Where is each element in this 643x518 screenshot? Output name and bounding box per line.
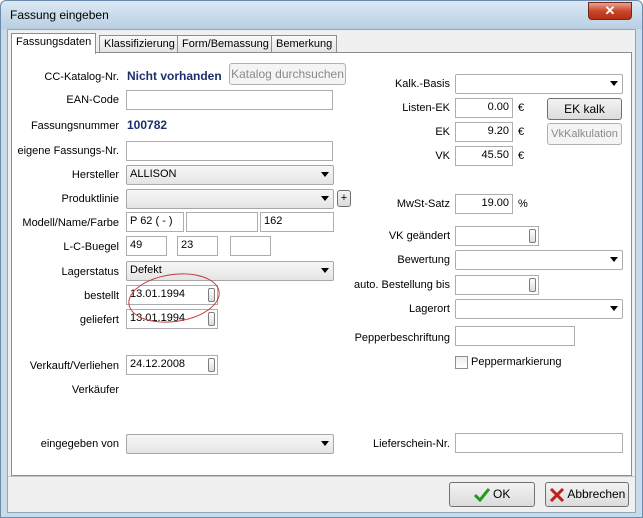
cc-katalog-label: CC-Katalog-Nr. — [44, 71, 119, 83]
lieferschein-label: Lieferschein-Nr. — [372, 438, 450, 450]
close-icon — [549, 487, 564, 502]
mwst-input[interactable]: 19.00 — [455, 194, 513, 214]
tab-klassifizierung[interactable]: Klassifizierung — [99, 35, 180, 53]
vk-input[interactable]: 45.50 — [455, 146, 513, 166]
tab-fassungsdaten[interactable]: Fassungsdaten — [11, 33, 97, 54]
tab-form-bemassung[interactable]: Form/Bemassung — [177, 35, 274, 53]
produktlinie-label: Produktlinie — [61, 193, 119, 205]
lagerort-label: Lagerort — [409, 303, 450, 315]
verkauft-label: Verkauft/Verliehen — [29, 360, 119, 372]
pepperbeschriftung-input[interactable] — [455, 326, 575, 346]
ek-label: EK — [435, 126, 450, 138]
ok-label: OK — [493, 487, 511, 501]
modell-label: Modell/Name/Farbe — [22, 217, 119, 229]
dialog-window: Fassung eingeben ✕ Fassungsdaten Klassif… — [0, 0, 643, 518]
modell-input[interactable]: P 62 ( - ) — [126, 212, 184, 232]
vk-label: VK — [435, 150, 450, 162]
eingegeben-select[interactable] — [126, 434, 334, 454]
bestellt-label: bestellt — [84, 290, 119, 302]
mwst-label: MwSt-Satz — [396, 198, 450, 210]
close-button[interactable]: ✕ — [588, 2, 632, 20]
eigene-nr-label: eigene Fassungs-Nr. — [17, 145, 120, 157]
cc-katalog-value: Nicht vorhanden — [127, 69, 222, 83]
ean-label: EAN-Code — [66, 94, 119, 106]
auto-bestellung-label: auto. Bestellung bis — [353, 279, 450, 291]
kalk-basis-select[interactable] — [455, 74, 623, 94]
auto-bestellung-date[interactable] — [455, 275, 539, 295]
chevron-down-icon — [610, 257, 618, 262]
pepperbeschriftung-label: Pepperbeschriftung — [354, 332, 450, 344]
eigene-nr-input[interactable] — [126, 141, 333, 161]
listen-ek-currency: € — [518, 102, 525, 114]
date-picker-icon[interactable] — [529, 278, 536, 292]
abbrechen-button[interactable]: Abbrechen — [545, 482, 629, 507]
ek-kalk-button[interactable]: EK kalk — [547, 98, 622, 120]
tab-panel-fassungsdaten: CC-Katalog-Nr. Nicht vorhanden Katalog d… — [11, 52, 632, 476]
name-input[interactable] — [186, 212, 258, 232]
produktlinie-select[interactable] — [126, 189, 334, 209]
date-picker-icon[interactable] — [529, 229, 536, 243]
ek-input[interactable]: 9.20 — [455, 122, 513, 142]
fassungsnummer-label: Fassungsnummer — [30, 120, 119, 132]
lagerstatus-value: Defekt — [130, 264, 162, 276]
chevron-down-icon — [321, 268, 329, 273]
vk-currency: € — [518, 150, 525, 162]
fassungsnummer-value: 100782 — [127, 118, 168, 132]
listen-ek-input[interactable]: 0.00 — [455, 98, 513, 118]
peppermarkierung-checkbox[interactable] — [455, 356, 468, 369]
abbrechen-label: Abbrechen — [567, 487, 626, 501]
farbe-input[interactable]: 162 — [260, 212, 334, 232]
chevron-down-icon — [610, 81, 618, 86]
chevron-down-icon — [610, 306, 618, 311]
verkauft-value: 24.12.2008 — [130, 358, 186, 370]
date-picker-icon[interactable] — [208, 358, 215, 372]
vk-geaendert-date[interactable] — [455, 226, 539, 246]
ok-button[interactable]: OK — [449, 482, 535, 507]
vk-kalkulation-button[interactable]: VkKalkulation — [547, 123, 622, 145]
lagerort-select[interactable] — [455, 299, 623, 319]
ek-currency: € — [518, 126, 525, 138]
date-picker-icon[interactable] — [208, 312, 215, 326]
hersteller-value: ALLISON — [130, 168, 177, 180]
peppermarkierung-label: Peppermarkierung — [471, 356, 562, 368]
chevron-down-icon — [321, 172, 329, 177]
tab-bemerkung[interactable]: Bemerkung — [271, 35, 338, 53]
hersteller-label: Hersteller — [71, 169, 119, 181]
buegel-input[interactable] — [230, 236, 271, 256]
katalog-durchsuchen-button[interactable]: Katalog durchsuchen — [229, 63, 346, 85]
l-input[interactable]: 49 — [126, 236, 167, 256]
check-icon — [473, 487, 490, 502]
listen-ek-label: Listen-EK — [402, 102, 450, 114]
c-input[interactable]: 23 — [177, 236, 218, 256]
percent-sign: % — [518, 198, 528, 210]
footer-divider — [8, 476, 635, 477]
geliefert-label: geliefert — [79, 314, 119, 326]
window-title: Fassung eingeben — [10, 8, 109, 22]
ean-input[interactable] — [126, 90, 333, 110]
verkauft-date[interactable]: 24.12.2008 — [126, 355, 218, 375]
bewertung-label: Bewertung — [397, 254, 450, 266]
verkaeufer-label: Verkäufer — [71, 384, 119, 396]
lagerstatus-label: Lagerstatus — [61, 266, 119, 278]
dialog-body: Fassungsdaten Klassifizierung Form/Bemas… — [7, 29, 636, 513]
chevron-down-icon — [321, 196, 329, 201]
chevron-down-icon — [321, 441, 329, 446]
vk-geaendert-label: VK geändert — [388, 230, 450, 242]
bewertung-select[interactable] — [455, 250, 623, 270]
kalk-basis-label: Kalk.-Basis — [394, 78, 450, 90]
title-bar: Fassung eingeben ✕ — [1, 1, 642, 29]
hersteller-select[interactable]: ALLISON — [126, 165, 334, 185]
lieferschein-input[interactable] — [455, 433, 623, 453]
lcb-label: L-C-Buegel — [63, 241, 119, 253]
eingegeben-label: eingegeben von — [40, 438, 119, 450]
